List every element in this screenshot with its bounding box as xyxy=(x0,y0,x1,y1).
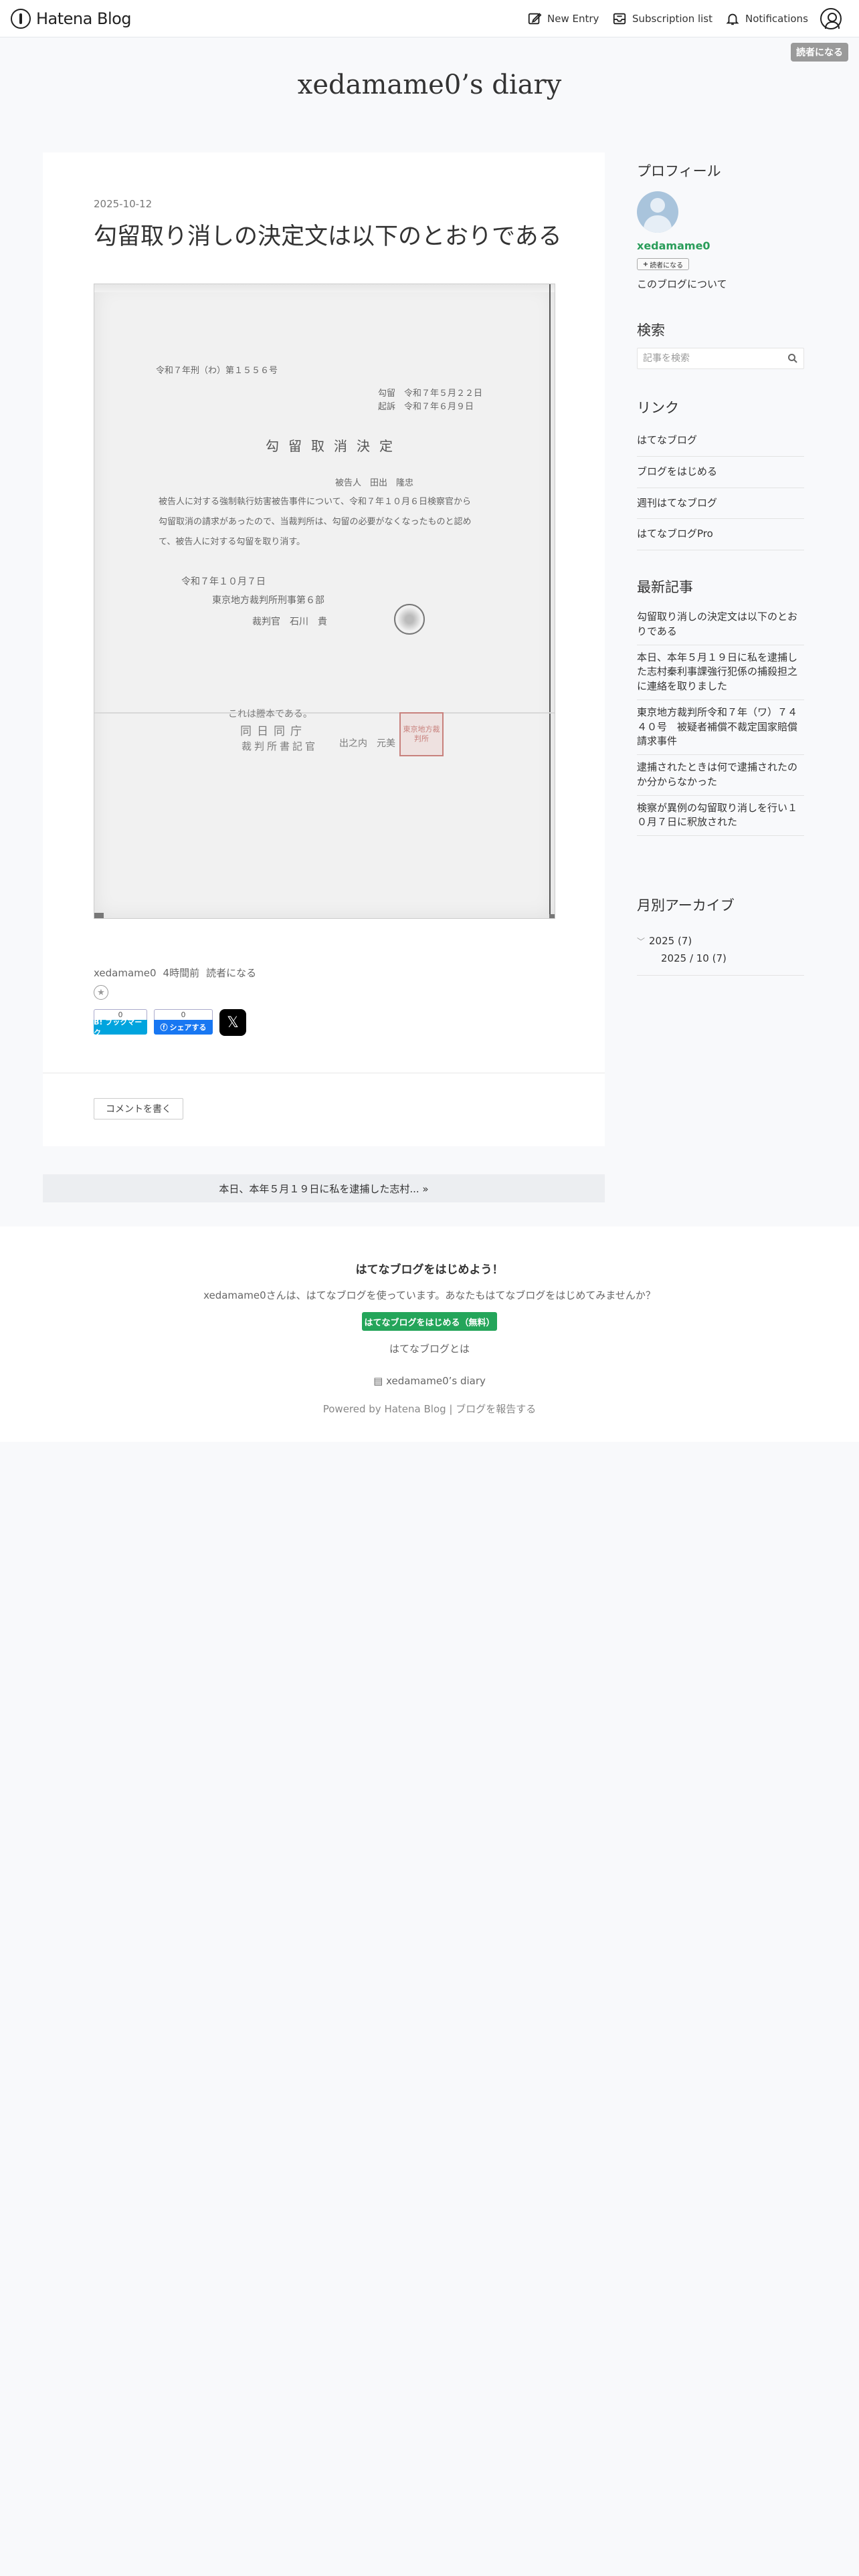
footer-message: xedamame0さんは、はてなブログを使っています。あなたもはてなブログをはじ… xyxy=(203,1289,656,1301)
x-share-icon[interactable]: 𝕏 xyxy=(219,1009,246,1036)
profile-subscribe-label: 読者になる xyxy=(650,261,684,270)
judge-seal xyxy=(394,604,425,635)
about-blog-link[interactable]: このブログについて xyxy=(637,277,727,291)
hatena-bookmark-button[interactable]: 0 B! ブックマーク xyxy=(94,1009,147,1037)
entry-card: 2025-10-12 勾留取り消しの決定文は以下のとおりである 令和７年刑（わ）… xyxy=(43,152,605,1146)
inbox-icon xyxy=(613,13,626,25)
doc-stamp-line4: 出之内 元美 xyxy=(339,738,395,749)
byline-time[interactable]: 4時間前 xyxy=(163,967,200,979)
link-item[interactable]: 週刊はてなブログ xyxy=(637,488,804,520)
archive-year[interactable]: 2025 (7) xyxy=(649,935,692,947)
star-add-icon[interactable]: ★ xyxy=(94,985,108,1000)
notifications-button[interactable]: Notifications xyxy=(725,9,808,28)
hatena-blog-logo[interactable]: Hatena Blog xyxy=(11,8,132,29)
entry-date[interactable]: 2025-10-12 xyxy=(94,198,152,210)
scan-corner xyxy=(549,914,555,918)
facebook-count: 0 xyxy=(154,1009,213,1020)
doc-indict-date: 起訴 令和７年６月９日 xyxy=(378,402,474,412)
recent-entry-link[interactable]: 東京地方裁判所令和７年（ワ）７４４０号 被疑者補償不裁定国家賠償請求事件 xyxy=(637,700,804,755)
link-item[interactable]: ブログをはじめる xyxy=(637,457,804,488)
links-heading: リンク xyxy=(637,400,679,416)
search-icon[interactable] xyxy=(787,353,798,364)
new-entry-label: New Entry xyxy=(547,13,599,25)
footer-blog-name[interactable]: xedamame0’s diary xyxy=(386,1375,486,1387)
doc-heading: 勾留取消決定 xyxy=(266,438,402,454)
blog-icon: ▤ xyxy=(373,1375,387,1387)
start-blog-button[interactable]: はてなブログをはじめる（無料） xyxy=(362,1312,497,1331)
entry-title[interactable]: 勾留取り消しの決定文は以下のとおりである xyxy=(94,221,575,253)
doc-body-line3: て、被告人に対する勾留を取り消す。 xyxy=(159,537,306,547)
doc-decision-date: 令和７年１０月７日 xyxy=(181,576,266,587)
doc-request-date: 勾留 令和７年５月２２日 xyxy=(378,389,483,399)
archive-list: ﹀ 2025 (7) 2025 / 10 (7) xyxy=(637,932,804,976)
scan-corner xyxy=(94,913,104,918)
archive-month[interactable]: 2025 / 10 (7) xyxy=(661,952,727,964)
archive-month-row[interactable]: 2025 / 10 (7) xyxy=(637,950,804,967)
report-blog-link[interactable]: ブログを報告する xyxy=(456,1403,536,1415)
doc-defendant: 被告人 田出 隆忠 xyxy=(335,478,414,488)
recent-entry-link[interactable]: 本日、本年５月１９日に私を逮捕した志村秦利事課強行犯係の捕殺担之に連絡を取りまし… xyxy=(637,645,804,700)
about-hatena-blog-link[interactable]: はてなブログとは xyxy=(0,1341,859,1356)
official-red-seal: 東京地方裁判所 xyxy=(399,712,444,756)
user-menu-icon[interactable] xyxy=(820,8,842,29)
subscription-list-label: Subscription list xyxy=(632,13,712,25)
link-item[interactable]: はてなブログ xyxy=(637,425,804,457)
doc-stamp-line3: 裁判所書記官 xyxy=(242,740,318,752)
blog-title[interactable]: xedamame0’s diary xyxy=(0,70,859,100)
byline-reader-link[interactable]: 読者になる xyxy=(206,967,256,979)
byline-author[interactable]: xedamame0 xyxy=(94,967,157,979)
doc-body-line1: 被告人に対する強制執行妨害被告事件について、令和７年１０月６日検察官から xyxy=(159,497,471,507)
archive-year-row[interactable]: ﹀ 2025 (7) xyxy=(637,932,804,950)
footer: はてなブログをはじめよう！ xedamame0さんは、はてなブログを使っています… xyxy=(0,1226,859,1442)
write-comment-button[interactable]: コメントを書く xyxy=(94,1098,183,1119)
footer-blog-link[interactable]: ▤ xedamame0’s diary xyxy=(0,1375,859,1387)
hatena-logo-icon xyxy=(11,9,31,29)
footer-headline: はてなブログをはじめよう！ xyxy=(355,1263,504,1277)
links-list: はてなブログ ブログをはじめる 週刊はてなブログ はてなブログPro xyxy=(637,425,804,550)
scan-edge xyxy=(549,284,551,918)
bell-icon xyxy=(726,13,739,25)
facebook-label: シェアする xyxy=(169,1023,207,1032)
bookmark-label: B! ブックマーク xyxy=(94,1018,147,1037)
entry-byline: xedamame0 4時間前 読者になる xyxy=(94,966,263,980)
doc-case-no: 令和７年刑（わ）第１５５６号 xyxy=(156,366,278,376)
edit-icon xyxy=(528,13,542,25)
court-document-image[interactable]: 令和７年刑（わ）第１５５６号 勾留 令和７年５月２２日 起訴 令和７年６月９日 … xyxy=(94,284,555,919)
profile-subscribe-button[interactable]: + 読者になる xyxy=(637,258,689,270)
footer-powered: Powered by Hatena Blog | ブログを報告する xyxy=(322,1403,537,1415)
profile-username[interactable]: xedamame0 xyxy=(637,239,710,252)
search-input[interactable] xyxy=(638,348,771,368)
recent-entry-link[interactable]: 逮捕されたときは何で逮捕されたのか分からなかった xyxy=(637,755,804,796)
doc-stamp-line1: これは謄本である。 xyxy=(228,709,312,720)
recent-entry-link[interactable]: 検察が異例の勾留取り消しを行い１０月７日に釈放された xyxy=(637,796,804,836)
plus-icon: + xyxy=(642,260,649,268)
powered-by-link[interactable]: Powered by Hatena Blog xyxy=(323,1403,446,1415)
doc-judge: 裁判官 石川 貴 xyxy=(252,617,327,627)
search-heading: 検索 xyxy=(637,322,665,338)
facebook-share-button[interactable]: 0 ⓕ シェアする xyxy=(154,1009,213,1036)
recent-heading: 最新記事 xyxy=(637,579,693,595)
facebook-icon: ⓕ xyxy=(160,1023,168,1032)
doc-body-line2: 勾留取消の請求があったので、当裁判所は、勾留の必要がなくなったものと認め xyxy=(159,517,472,527)
new-entry-button[interactable]: New Entry xyxy=(527,9,599,28)
notifications-label: Notifications xyxy=(745,13,808,25)
recent-entry-link[interactable]: 勾留取り消しの決定文は以下のとおりである xyxy=(637,605,804,645)
avatar[interactable] xyxy=(637,191,678,233)
doc-court: 東京地方裁判所刑事第６部 xyxy=(212,595,324,606)
doc-stamp-line2: 同日同庁 xyxy=(240,725,307,738)
recent-entries-list: 勾留取り消しの決定文は以下のとおりである 本日、本年５月１９日に私を逮捕した志村… xyxy=(637,605,804,836)
global-header: Hatena Blog New Entry Subscription list … xyxy=(0,0,859,37)
search-box xyxy=(637,348,804,369)
logo-text: Hatena Blog xyxy=(36,9,132,28)
chevron-down-icon[interactable]: ﹀ xyxy=(637,936,645,947)
paper-fold xyxy=(94,712,555,714)
subscription-list-button[interactable]: Subscription list xyxy=(612,9,712,28)
link-item[interactable]: はてなブログPro xyxy=(637,519,804,550)
subscribe-button[interactable]: 読者になる xyxy=(791,43,848,62)
archive-heading: 月別アーカイブ xyxy=(637,897,735,914)
profile-heading: プロフィール xyxy=(637,163,721,179)
next-entry-link[interactable]: 本日、本年５月１９日に私を逮捕した志村... » xyxy=(43,1174,605,1202)
